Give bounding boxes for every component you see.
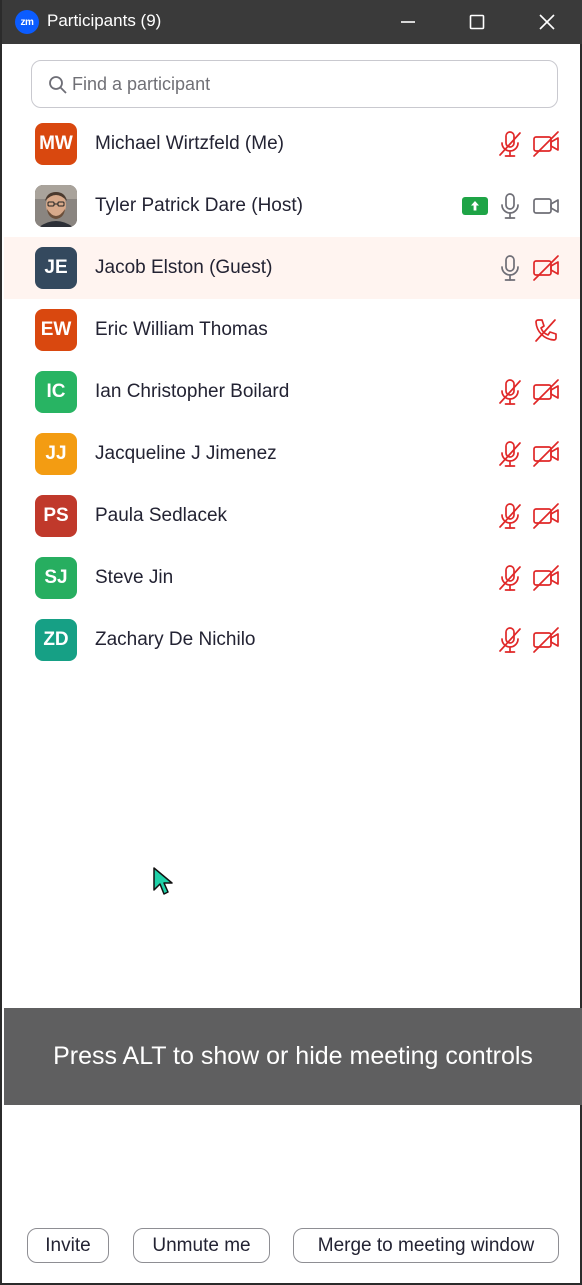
participant-row[interactable]: Tyler Patrick Dare (Host) [4, 175, 580, 237]
avatar: JJ [35, 433, 77, 475]
title-bar[interactable]: zm Participants (9) [2, 0, 582, 44]
participant-name: Jacqueline J Jimenez [95, 443, 277, 464]
participant-name: Tyler Patrick Dare (Host) [95, 195, 303, 216]
video-off-icon[interactable] [532, 502, 560, 530]
search-input[interactable] [72, 70, 542, 98]
participant-row[interactable]: JE Jacob Elston (Guest) [4, 237, 580, 299]
minimize-button[interactable] [384, 0, 432, 44]
video-off-icon[interactable] [532, 254, 560, 282]
avatar: SJ [35, 557, 77, 599]
participants-window: zm Participants (9) MW Michael Wirtzfeld … [0, 0, 582, 1285]
microphone-muted-icon[interactable] [497, 378, 523, 406]
participant-list: MW Michael Wirtzfeld (Me) Tyler Patrick Da… [4, 113, 580, 671]
microphone-muted-icon[interactable] [497, 626, 523, 654]
video-camera-icon[interactable] [532, 192, 560, 220]
avatar: MW [35, 123, 77, 165]
video-off-icon[interactable] [532, 378, 560, 406]
maximize-icon [469, 14, 485, 30]
video-off-icon[interactable] [532, 564, 560, 592]
merge-to-meeting-window-button[interactable]: Merge to meeting window [293, 1228, 559, 1263]
participant-name: Ian Christopher Boilard [95, 381, 290, 402]
microphone-icon[interactable] [497, 254, 523, 282]
screen-share-icon [462, 197, 488, 215]
microphone-muted-icon[interactable] [497, 564, 523, 592]
video-off-icon[interactable] [532, 440, 560, 468]
participant-name: Michael Wirtzfeld (Me) [95, 133, 284, 154]
close-icon [539, 14, 555, 30]
video-off-icon[interactable] [532, 626, 560, 654]
microphone-icon[interactable] [497, 192, 523, 220]
participant-row[interactable]: SJ Steve Jin [4, 547, 580, 609]
close-button[interactable] [523, 0, 571, 44]
participant-name: Paula Sedlacek [95, 505, 228, 526]
participant-row[interactable]: IC Ian Christopher Boilard [4, 361, 580, 423]
microphone-muted-icon[interactable] [497, 130, 523, 158]
avatar: IC [35, 371, 77, 413]
search-box[interactable] [31, 60, 558, 108]
video-off-icon[interactable] [532, 130, 560, 158]
participant-row[interactable]: EW Eric William Thomas [4, 299, 580, 361]
avatar: EW [35, 309, 77, 351]
participant-row[interactable]: PS Paula Sedlacek [4, 485, 580, 547]
search-icon [49, 76, 67, 94]
avatar: PS [35, 495, 77, 537]
participant-name: Eric William Thomas [95, 319, 268, 340]
participant-name: Steve Jin [95, 567, 174, 588]
maximize-button[interactable] [453, 0, 501, 44]
participant-row[interactable]: JJ Jacqueline J Jimenez [4, 423, 580, 485]
avatar: ZD [35, 619, 77, 661]
participant-name: Zachary De Nichilo [95, 629, 256, 650]
alt-hint-tooltip: Press ALT to show or hide meeting contro… [4, 1008, 582, 1105]
avatar [35, 185, 77, 227]
zoom-logo-icon: zm [15, 10, 39, 34]
mouse-cursor-icon [153, 867, 173, 895]
participant-row[interactable]: ZD Zachary De Nichilo [4, 609, 580, 671]
microphone-muted-icon[interactable] [497, 502, 523, 530]
unmute-me-button[interactable]: Unmute me [133, 1228, 270, 1263]
participant-name: Jacob Elston (Guest) [95, 257, 273, 278]
window-title: Participants (9) [47, 11, 162, 30]
microphone-muted-icon[interactable] [497, 440, 523, 468]
avatar: JE [35, 247, 77, 289]
participant-row[interactable]: MW Michael Wirtzfeld (Me) [4, 113, 580, 175]
phone-disconnected-icon [532, 316, 560, 344]
minimize-icon [401, 21, 415, 23]
invite-button[interactable]: Invite [27, 1228, 109, 1263]
